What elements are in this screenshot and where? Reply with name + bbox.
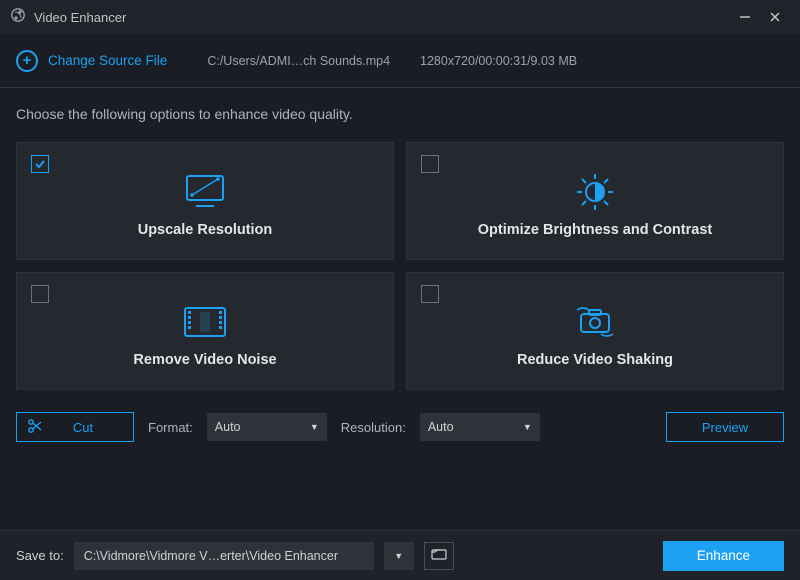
- chevron-down-icon: ▼: [523, 422, 532, 432]
- format-label: Format:: [148, 420, 193, 435]
- preview-label: Preview: [702, 420, 748, 435]
- format-select[interactable]: Auto ▼: [207, 413, 327, 441]
- preview-button[interactable]: Preview: [666, 412, 784, 442]
- card-remove-noise[interactable]: Remove Video Noise: [16, 272, 394, 390]
- titlebar: Video Enhancer: [0, 0, 800, 34]
- save-path-field[interactable]: C:\Vidmore\Vidmore V…erter\Video Enhance…: [74, 542, 374, 570]
- checkbox-brightness[interactable]: [421, 155, 439, 173]
- resolution-value: Auto: [428, 420, 454, 434]
- source-bar: + Change Source File C:/Users/ADMI…ch So…: [0, 34, 800, 88]
- browse-folder-button[interactable]: [424, 542, 454, 570]
- close-button[interactable]: [760, 3, 790, 31]
- scissors-icon: [27, 418, 43, 437]
- card-label: Upscale Resolution: [138, 222, 273, 238]
- enhance-label: Enhance: [697, 548, 750, 563]
- instruction-text: Choose the following options to enhance …: [16, 106, 784, 122]
- save-path-value: C:\Vidmore\Vidmore V…erter\Video Enhance…: [84, 549, 338, 563]
- folder-icon: [431, 547, 447, 565]
- chevron-down-icon: ▼: [310, 422, 319, 432]
- chevron-down-icon: ▼: [394, 551, 403, 561]
- camera-shake-icon: [571, 302, 619, 342]
- checkbox-upscale[interactable]: [31, 155, 49, 173]
- cut-button[interactable]: Cut: [16, 412, 134, 442]
- source-path: C:/Users/ADMI…ch Sounds.mp4: [207, 54, 390, 68]
- resolution-label: Resolution:: [341, 420, 406, 435]
- minimize-button[interactable]: [730, 3, 760, 31]
- film-noise-icon: [181, 302, 229, 342]
- enhance-button[interactable]: Enhance: [663, 541, 784, 571]
- monitor-icon: [184, 172, 226, 212]
- resolution-select[interactable]: Auto ▼: [420, 413, 540, 441]
- save-path-dropdown[interactable]: ▼: [384, 542, 414, 570]
- change-source-button[interactable]: Change Source File: [48, 53, 167, 68]
- app-title: Video Enhancer: [34, 10, 126, 25]
- save-to-label: Save to:: [16, 548, 64, 563]
- footer: Save to: C:\Vidmore\Vidmore V…erter\Vide…: [0, 530, 800, 580]
- cut-label: Cut: [43, 420, 123, 435]
- card-brightness-contrast[interactable]: Optimize Brightness and Contrast: [406, 142, 784, 260]
- add-source-icon[interactable]: +: [16, 50, 38, 72]
- card-label: Remove Video Noise: [133, 352, 276, 368]
- card-label: Reduce Video Shaking: [517, 352, 673, 368]
- checkbox-noise[interactable]: [31, 285, 49, 303]
- format-value: Auto: [215, 420, 241, 434]
- card-upscale-resolution[interactable]: Upscale Resolution: [16, 142, 394, 260]
- checkbox-shaking[interactable]: [421, 285, 439, 303]
- brightness-icon: [574, 172, 616, 212]
- source-meta: 1280x720/00:00:31/9.03 MB: [420, 54, 577, 68]
- card-label: Optimize Brightness and Contrast: [478, 222, 712, 238]
- app-icon: [10, 7, 26, 28]
- card-reduce-shaking[interactable]: Reduce Video Shaking: [406, 272, 784, 390]
